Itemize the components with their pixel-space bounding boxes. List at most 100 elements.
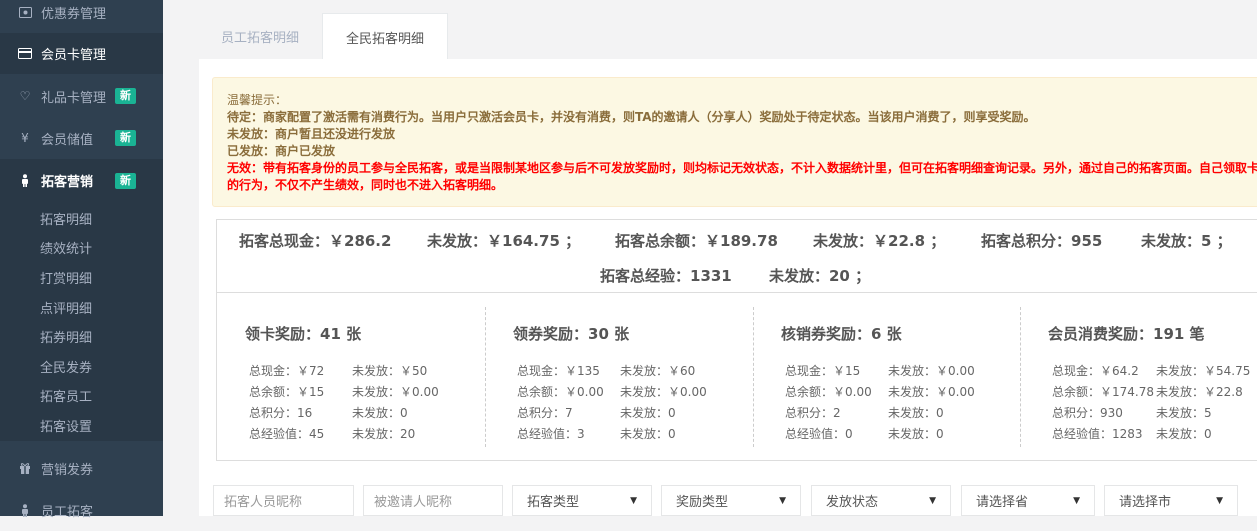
- card-cell: 总经验值：0: [785, 427, 853, 441]
- card-cell: 总现金：￥64.2: [1052, 364, 1139, 378]
- select-value: 拓客类型: [527, 495, 580, 510]
- reward-card-claim: 领卡奖励：41 张 总现金：￥72 未发放：￥50 总余额：￥15 未发放：￥0…: [217, 307, 485, 447]
- sidebar-item-label: 员工拓客: [41, 504, 94, 520]
- card-cell: 总积分：7: [517, 406, 573, 420]
- card-cell: 未发放：￥50: [352, 364, 428, 378]
- sidebar-item-label: 优惠券管理: [41, 7, 107, 22]
- sidebar-subitem-reviews[interactable]: 点评明细: [40, 298, 92, 317]
- card-cell: 总积分：2: [785, 406, 841, 420]
- sidebar-item-customer-marketing[interactable]: 拓客营销 新: [0, 159, 163, 201]
- card-title: 会员消费奖励：191 笔: [1048, 325, 1205, 343]
- caret-down-icon: ▼: [779, 495, 786, 506]
- issue-status-select[interactable]: 发放状态 ▼: [811, 485, 951, 516]
- card-cell: 未发放：0: [620, 406, 676, 420]
- card-cell: 总经验值：1283: [1052, 427, 1143, 441]
- reward-card-redeem: 核销券奖励：6 张 总现金：￥15 未发放：￥0.00 总余额：￥0.00 未发…: [753, 307, 1021, 447]
- caret-down-icon: ▼: [630, 495, 637, 506]
- sidebar-item-member-deposit[interactable]: ¥ 会员储值 新: [0, 117, 163, 159]
- card-title: 核销券奖励：6 张: [781, 325, 902, 343]
- summary-divider: [217, 292, 1257, 293]
- reward-card-consumption: 会员消费奖励：191 笔 总现金：￥64.2 未发放：￥54.75 总余额：￥1…: [1020, 307, 1257, 447]
- sidebar-subitem-settings[interactable]: 拓客设置: [40, 416, 92, 435]
- sidebar-subitem-coupon-detail[interactable]: 拓券明细: [40, 327, 92, 346]
- tip-line-invalid-cont: 的行为，不仅不产生绩效，同时也不进入拓客明细。: [227, 178, 504, 192]
- card-cell: 未发放：5: [1156, 406, 1212, 420]
- card-cell: 未发放：0: [888, 406, 944, 420]
- card-cell: 总现金：￥135: [517, 364, 600, 378]
- total-cash-unissued: 未发放：￥164.75 ；: [427, 232, 581, 250]
- new-badge: 新: [115, 88, 136, 104]
- province-select[interactable]: 请选择省 ▼: [961, 485, 1095, 516]
- sidebar-item-membership-cards[interactable]: 会员卡管理: [0, 33, 163, 74]
- person-icon: [18, 173, 32, 187]
- total-points-unissued: 未发放：5 ；: [1141, 232, 1232, 250]
- sidebar-subitem-tips[interactable]: 打赏明细: [40, 268, 92, 287]
- card-cell: 总经验值：45: [249, 427, 325, 441]
- sidebar: 优惠券管理 会员卡管理 ♡ 礼品卡管理 新 ¥ 会员储值 新 拓客营销 新 拓客…: [0, 0, 163, 520]
- total-cash: 拓客总现金：￥286.2: [239, 232, 392, 250]
- reward-card-coupon: 领券奖励：30 张 总现金：￥135 未发放：￥60 总余额：￥0.00 未发放…: [485, 307, 753, 447]
- sidebar-item-staff-customers[interactable]: 员工拓客: [0, 489, 163, 531]
- total-exp-unissued: 未发放：20 ；: [769, 267, 871, 285]
- card-cell: 总经验值：3: [517, 427, 585, 441]
- card-title: 领卡奖励：41 张: [245, 325, 362, 343]
- total-points: 拓客总积分：955: [981, 232, 1103, 250]
- card-cell: 未发放：￥0.00: [888, 385, 975, 399]
- sidebar-subitem-public-coupons[interactable]: 全民发券: [40, 357, 92, 376]
- gift-icon: [18, 461, 32, 475]
- sidebar-item-label: 会员卡管理: [41, 48, 107, 63]
- select-value: 发放状态: [826, 495, 879, 510]
- select-value: 请选择市: [1119, 495, 1172, 510]
- filter-bar: 拓客人员昵称 被邀请人昵称 拓客类型 ▼ 奖励类型 ▼ 发放状态 ▼ 请选择省 ▼ 请选…: [213, 485, 1257, 516]
- sidebar-subitem-staff[interactable]: 拓客员工: [40, 386, 92, 405]
- card-cell: 未发放：￥22.8: [1156, 385, 1243, 399]
- total-balance: 拓客总余额：￥189.78: [615, 232, 778, 250]
- card-cell: 未发放：￥0.00: [620, 385, 707, 399]
- coupon-icon: [18, 6, 32, 20]
- credit-card-icon: [18, 47, 32, 61]
- tip-line-issued: 已发放：商户已发放: [227, 144, 336, 158]
- card-cell: 未发放：0: [888, 427, 944, 441]
- sidebar-submenu: 拓客明细 绩效统计 打赏明细 点评明细 拓券明细 全民发券 拓客员工 拓客设置: [0, 201, 163, 441]
- card-cell: 未发放：￥0.00: [352, 385, 439, 399]
- sidebar-item-coupons[interactable]: 优惠券管理: [0, 0, 163, 25]
- caret-down-icon: ▼: [1216, 495, 1223, 506]
- total-exp: 拓客总经验：1331: [600, 267, 732, 285]
- tip-line-invalid: 无效：带有拓客身份的员工参与全民拓客，或是当限制某地区参与后不可发放奖励时，则均…: [227, 161, 1257, 175]
- card-cell: 总余额：￥174.78: [1052, 385, 1154, 399]
- city-select[interactable]: 请选择市 ▼: [1104, 485, 1238, 516]
- invitee-nickname-input[interactable]: 被邀请人昵称: [363, 485, 503, 516]
- sidebar-item-marketing-coupons[interactable]: 营销发券: [0, 447, 163, 489]
- sidebar-item-label: 会员储值: [41, 132, 94, 148]
- sidebar-item-label: 拓客营销: [41, 174, 94, 190]
- caret-down-icon: ▼: [929, 495, 936, 506]
- card-cell: 未发放：0: [352, 406, 408, 420]
- tip-line-pending: 待定：商家配置了激活需有消费行为。当用户只激活会员卡，并没有消费，则TA的邀请人…: [227, 110, 1036, 124]
- card-cell: 总积分：930: [1052, 406, 1123, 420]
- card-cell: 未发放：￥60: [620, 364, 696, 378]
- card-cell: 未发放：20: [352, 427, 416, 441]
- tip-box: 温馨提示： 待定：商家配置了激活需有消费行为。当用户只激活会员卡，并没有消费，则…: [212, 77, 1257, 207]
- caret-down-icon: ▼: [1073, 495, 1080, 506]
- sidebar-item-gift-cards[interactable]: ♡ 礼品卡管理 新: [0, 75, 163, 117]
- reward-type-select[interactable]: 奖励类型 ▼: [661, 485, 801, 516]
- card-cell: 未发放：￥0.00: [888, 364, 975, 378]
- heart-icon: ♡: [19, 89, 31, 103]
- new-badge: 新: [115, 130, 136, 146]
- customer-type-select[interactable]: 拓客类型 ▼: [512, 485, 652, 516]
- promoter-nickname-input[interactable]: 拓客人员昵称: [213, 485, 354, 516]
- tab-bar: 员工拓客明细 全民拓客明细: [198, 13, 449, 60]
- new-badge: 新: [115, 173, 136, 189]
- card-cell: 总余额：￥0.00: [517, 385, 604, 399]
- sidebar-subitem-performance[interactable]: 绩效统计: [40, 238, 92, 257]
- summary-box: 拓客总现金：￥286.2 未发放：￥164.75 ； 拓客总余额：￥189.78…: [216, 219, 1257, 461]
- sidebar-subitem-customer-detail[interactable]: 拓客明细: [40, 209, 92, 228]
- tab-staff-customer-detail[interactable]: 员工拓客明细: [198, 13, 322, 60]
- content-panel: 温馨提示： 待定：商家配置了激活需有消费行为。当用户只激活会员卡，并没有消费，则…: [199, 59, 1257, 516]
- card-cell: 未发放：0: [1156, 427, 1212, 441]
- select-value: 请选择省: [976, 495, 1029, 510]
- card-cell: 未发放：0: [620, 427, 676, 441]
- sidebar-item-label: 礼品卡管理: [41, 90, 107, 106]
- person-icon: [18, 503, 32, 517]
- tab-public-customer-detail[interactable]: 全民拓客明细: [322, 13, 449, 60]
